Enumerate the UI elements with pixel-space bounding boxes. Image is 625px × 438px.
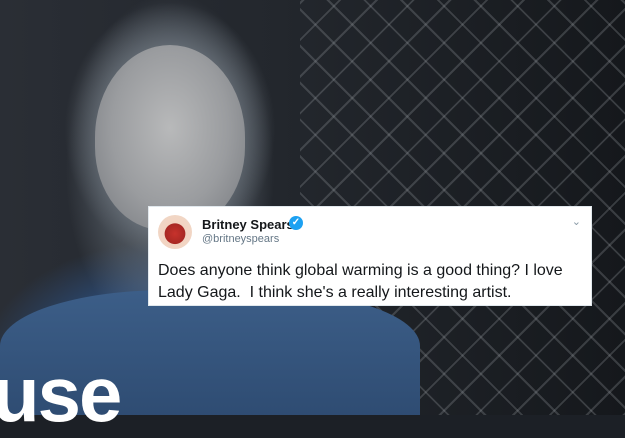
brand-logo-text: use — [0, 350, 122, 438]
chevron-down-icon[interactable]: ⌄ — [572, 215, 581, 228]
verified-check-icon: ✓ — [289, 216, 303, 230]
person-face — [95, 45, 245, 230]
tweet-handle[interactable]: @britneyspears — [202, 233, 279, 245]
tweet-card[interactable]: Britney Spears ✓ @britneyspears ⌄ Does a… — [148, 206, 592, 306]
tweet-display-name[interactable]: Britney Spears — [202, 217, 294, 232]
avatar[interactable] — [158, 215, 192, 249]
tweet-text: Does anyone think global warming is a go… — [158, 262, 568, 301]
